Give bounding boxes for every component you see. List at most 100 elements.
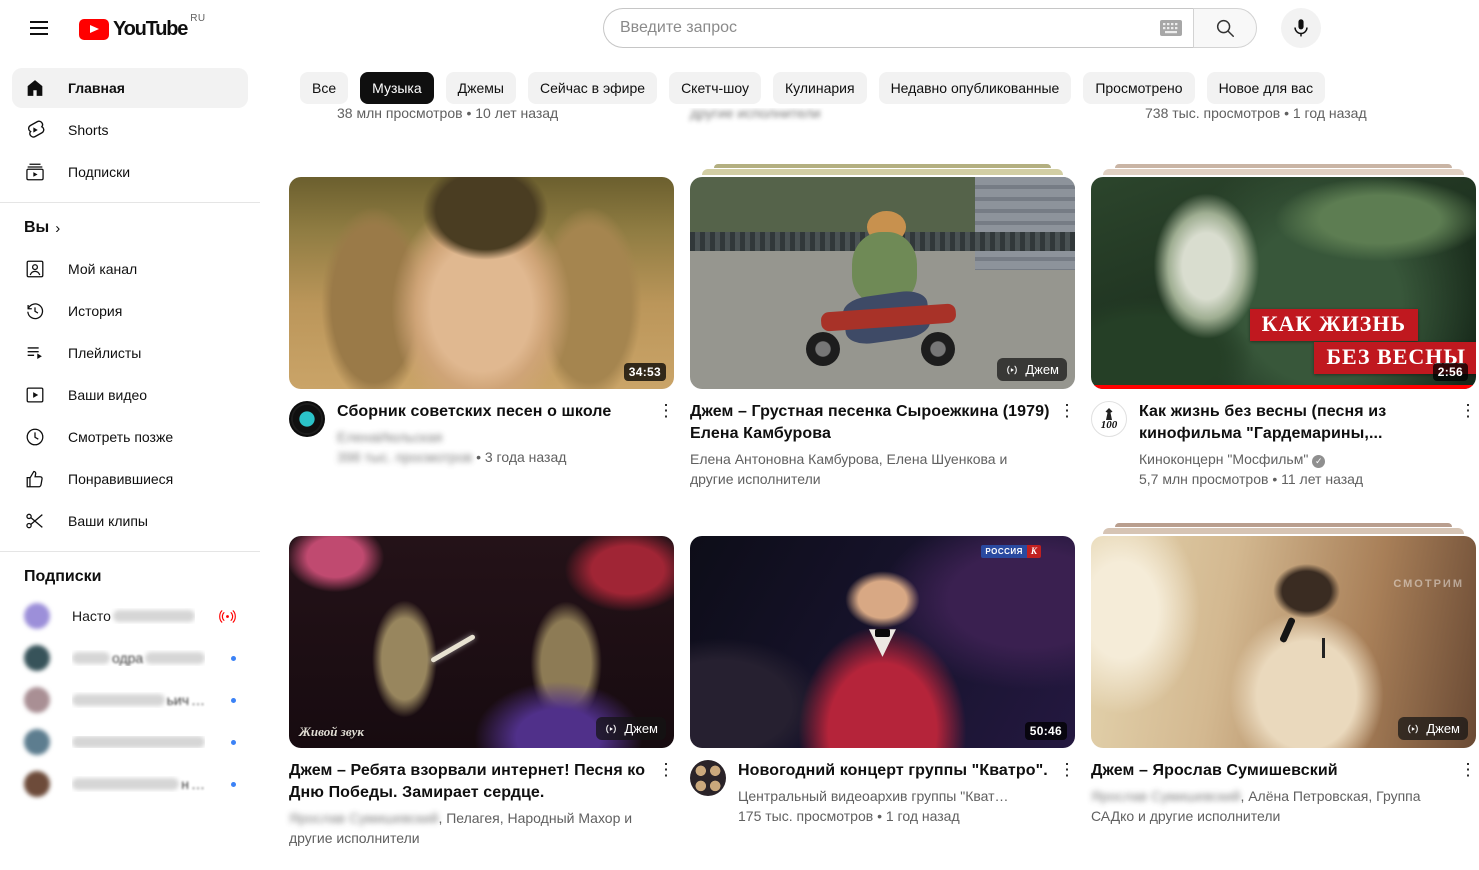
chip-live[interactable]: Сейчас в эфире bbox=[528, 72, 657, 104]
video-byline[interactable]: Ярослав Сумишевский, Алёна Петровская, Г… bbox=[1091, 786, 1452, 826]
mix-icon bbox=[1406, 722, 1420, 736]
channel-name-fragment: н bbox=[181, 776, 189, 792]
voice-search-button[interactable] bbox=[1281, 8, 1321, 48]
playlist-stack bbox=[1091, 523, 1476, 536]
blurred-name bbox=[72, 736, 205, 748]
chip-jams[interactable]: Джемы bbox=[446, 72, 516, 104]
chip-watched[interactable]: Просмотрено bbox=[1083, 72, 1194, 104]
thumbnail-watermark: СМОТРИМ bbox=[1393, 578, 1464, 590]
sidebar-item-my-channel[interactable]: Мой канал bbox=[12, 249, 248, 289]
video-title[interactable]: Новогодний концерт группы "Кватро". bbox=[738, 760, 1051, 782]
thumbnail-watermark: Живой звук bbox=[299, 724, 364, 740]
channel-avatar bbox=[24, 771, 50, 797]
video-thumbnail[interactable]: Джем bbox=[690, 177, 1075, 389]
sidebar-item-home[interactable]: Главная bbox=[12, 68, 248, 108]
keyboard-icon[interactable] bbox=[1159, 19, 1183, 37]
channel-avatar bbox=[24, 687, 50, 713]
sidebar-item-playlists[interactable]: Плейлисты bbox=[12, 333, 248, 373]
video-thumbnail[interactable]: 34:53 bbox=[289, 177, 674, 389]
subscriptions-header: Подписки bbox=[0, 562, 260, 594]
channel-name[interactable]: Киноконцерн "Мосфильм"✓ bbox=[1139, 449, 1452, 469]
blurred-name bbox=[145, 652, 205, 664]
logo-text: YouTube bbox=[113, 18, 187, 41]
playlists-icon bbox=[24, 342, 46, 364]
menu-icon[interactable] bbox=[19, 8, 59, 48]
chip-recently-uploaded[interactable]: Недавно опубликованные bbox=[879, 72, 1072, 104]
divider bbox=[0, 202, 260, 203]
channel-avatar[interactable] bbox=[690, 760, 726, 796]
more-options-icon[interactable]: ⋮ bbox=[1456, 758, 1479, 782]
subscription-channel[interactable]: ьич … bbox=[12, 680, 248, 720]
more-options-icon[interactable]: ⋮ bbox=[1055, 758, 1079, 782]
video-meta: 738 тыс. просмотров • 1 год назад bbox=[1145, 108, 1367, 121]
sidebar-item-your-videos[interactable]: Ваши видео bbox=[12, 375, 248, 415]
duration-badge: 50:46 bbox=[1025, 722, 1067, 740]
video-card: Джем Джем – Грустная песенка Сыроежкина … bbox=[690, 164, 1075, 489]
channel-name[interactable]: ЕленаИюльская bbox=[337, 427, 650, 447]
video-thumbnail[interactable]: СМОТРИМ Джем bbox=[1091, 536, 1476, 748]
mix-icon bbox=[1005, 363, 1019, 377]
video-thumbnail[interactable]: Живой звук Джем bbox=[289, 536, 674, 748]
divider bbox=[0, 551, 260, 552]
blurred-name bbox=[113, 610, 195, 622]
video-meta: другие исполнители bbox=[690, 108, 821, 121]
blurred-name bbox=[72, 694, 165, 706]
subscription-channel[interactable]: одра bbox=[12, 638, 248, 678]
video-thumbnail[interactable]: РОССИЯК 50:46 bbox=[690, 536, 1075, 748]
subscription-channel[interactable]: н … bbox=[12, 764, 248, 804]
duration-badge: 2:56 bbox=[1433, 363, 1468, 381]
sidebar-item-liked-videos[interactable]: Понравившиеся bbox=[12, 459, 248, 499]
video-title[interactable]: Джем – Грустная песенка Сыроежкина (1979… bbox=[690, 401, 1051, 445]
chip-sketch[interactable]: Скетч-шоу bbox=[669, 72, 761, 104]
channel-name[interactable]: Центральный видеоархив группы "Кват… bbox=[738, 786, 1051, 806]
sidebar-item-shorts[interactable]: Shorts bbox=[12, 110, 248, 150]
video-meta: 175 тыс. просмотров • 1 год назад bbox=[738, 806, 1051, 826]
new-content-dot bbox=[231, 740, 236, 745]
channel-avatar bbox=[24, 729, 50, 755]
sidebar-item-subscriptions[interactable]: Подписки bbox=[12, 152, 248, 192]
thumbs-up-icon bbox=[24, 468, 46, 490]
channel-avatar bbox=[24, 603, 50, 629]
watch-later-icon bbox=[24, 426, 46, 448]
chip-cooking[interactable]: Кулинария bbox=[773, 72, 867, 104]
channel-avatar[interactable]: 100 bbox=[1091, 401, 1127, 437]
more-options-icon[interactable]: ⋮ bbox=[1055, 399, 1079, 423]
channel-avatar[interactable] bbox=[289, 401, 325, 437]
video-byline[interactable]: Ярослав Сумишевский, Пелагея, Народный М… bbox=[289, 808, 650, 848]
search-input[interactable] bbox=[620, 19, 1159, 37]
tv-channel-logo: РОССИЯК bbox=[981, 544, 1041, 558]
chip-new-to-you[interactable]: Новое для вас bbox=[1207, 72, 1326, 104]
video-title[interactable]: Джем – Ребята взорвали интернет! Песня к… bbox=[289, 760, 650, 804]
subscriptions-icon bbox=[24, 161, 46, 183]
video-meta: 5,7 млн просмотров • 11 лет назад bbox=[1139, 469, 1452, 489]
logo-region: RU bbox=[190, 13, 205, 24]
channel-name-fragment: Насто bbox=[72, 608, 111, 624]
more-options-icon[interactable]: ⋮ bbox=[654, 758, 678, 782]
youtube-play-icon bbox=[79, 19, 109, 40]
chip-music[interactable]: Музыка bbox=[360, 72, 434, 104]
more-options-icon[interactable]: ⋮ bbox=[1456, 399, 1479, 423]
search-box[interactable] bbox=[603, 8, 1193, 48]
search-icon bbox=[1214, 17, 1236, 39]
video-title[interactable]: Как жизнь без весны (песня из кинофильма… bbox=[1139, 401, 1452, 445]
video-thumbnail[interactable]: КАК ЖИЗНЬ БЕЗ ВЕСНЫ 2:56 bbox=[1091, 177, 1476, 389]
video-byline[interactable]: Елена Антоновна Камбурова, Елена Шуенков… bbox=[690, 449, 1051, 489]
subscription-channel[interactable]: Насто bbox=[12, 596, 248, 636]
duration-badge: 34:53 bbox=[624, 363, 666, 381]
search-button[interactable] bbox=[1193, 8, 1257, 48]
sidebar-item-your-clips[interactable]: Ваши клипы bbox=[12, 501, 248, 541]
sidebar-item-watch-later[interactable]: Смотреть позже bbox=[12, 417, 248, 457]
chip-all[interactable]: Все bbox=[300, 72, 348, 104]
sidebar-you-header[interactable]: Вы › bbox=[0, 213, 260, 247]
filter-chips-bar: Все Музыка Джемы Сейчас в эфире Скетч-шо… bbox=[260, 56, 1479, 104]
top-bar: YouTube RU bbox=[0, 0, 1479, 56]
sidebar-item-history[interactable]: История bbox=[12, 291, 248, 331]
scissors-icon bbox=[24, 510, 46, 532]
youtube-logo[interactable]: YouTube RU bbox=[79, 15, 206, 41]
subscription-channel[interactable] bbox=[12, 722, 248, 762]
sidebar: Главная Shorts Подписки Вы › Мой канал И… bbox=[0, 56, 260, 870]
thumbnail-overlay-text: КАК ЖИЗНЬ bbox=[1250, 309, 1418, 341]
more-options-icon[interactable]: ⋮ bbox=[654, 399, 678, 423]
video-title[interactable]: Джем – Ярослав Сумишевский bbox=[1091, 760, 1452, 782]
video-title[interactable]: Сборник советских песен о школе bbox=[337, 401, 650, 423]
